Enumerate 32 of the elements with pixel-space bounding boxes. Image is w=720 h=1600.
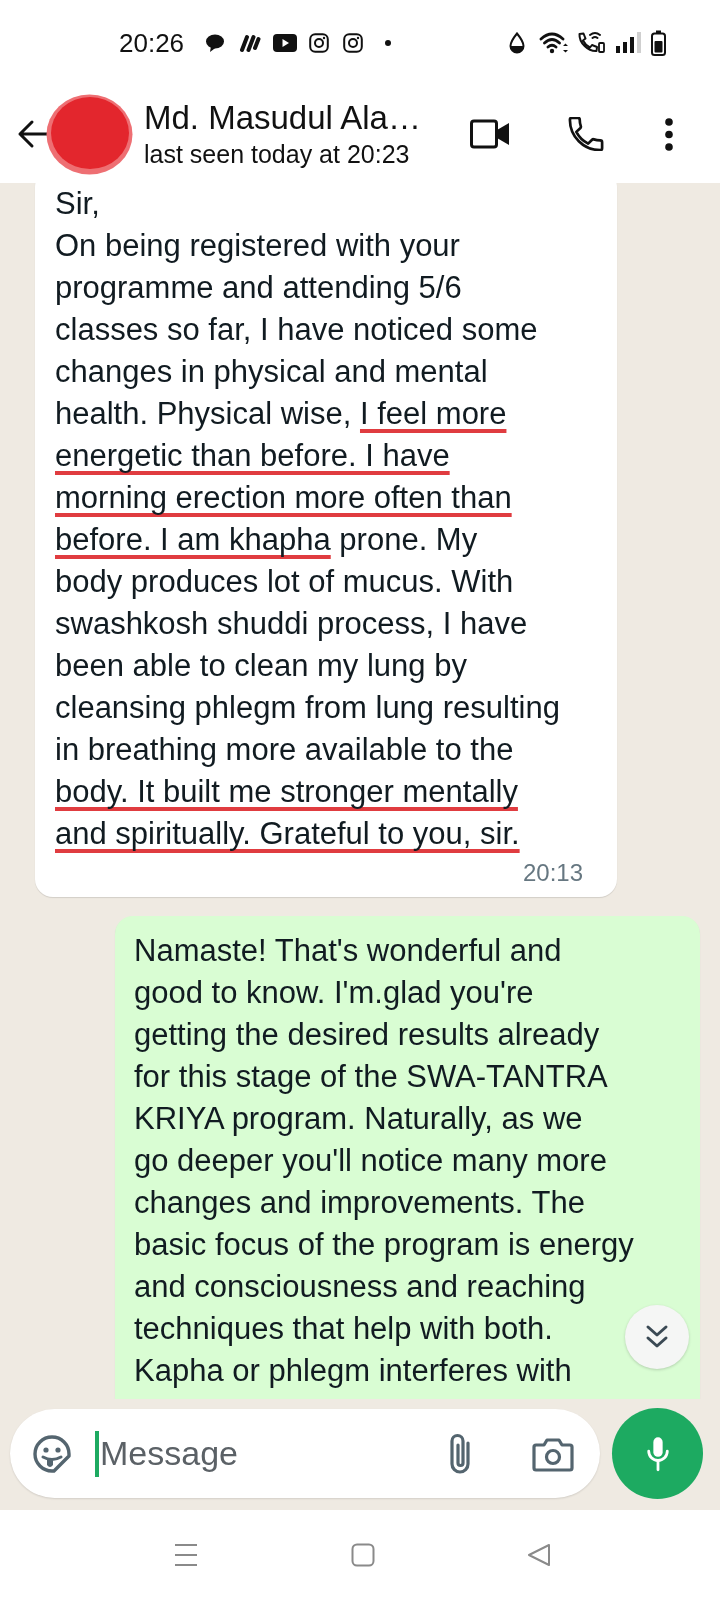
camera-outline-icon — [343, 32, 364, 53]
home-square-icon[interactable] — [351, 1543, 375, 1567]
back-triangle-icon[interactable] — [527, 1543, 551, 1567]
menu-icon[interactable] — [174, 1543, 198, 1567]
text-cursor — [95, 1430, 99, 1477]
camera-icon[interactable] — [532, 1435, 574, 1472]
message-input[interactable]: Message — [99, 1428, 446, 1479]
redacted-avatar[interactable] — [46, 93, 133, 175]
dot-icon — [385, 39, 392, 46]
message-text: Namaste! That's wonderful and good to know. I'm.glad you're getting the desired results already for this stage of the SWA-TANTRA KRIYA program. Naturally, as we go deeper you'll notice many more changes and improvements. The basic focus of the program is energy and consciousness and reaching techniques that help with both. Kapha or phlegm interferes with — [134, 932, 634, 1390]
play-button-icon — [273, 33, 298, 52]
double-chevron-icon — [645, 1324, 669, 1350]
camera-outline-icon — [309, 32, 330, 53]
phone-icon[interactable] — [568, 117, 604, 151]
message-time: 20:13 — [522, 858, 583, 888]
wifi-icon — [539, 30, 569, 55]
back-arrow-icon[interactable] — [17, 119, 49, 149]
speech-bubble-icon — [205, 32, 226, 53]
status-time: 20:26 — [119, 29, 185, 56]
message-text: Sir, On being registered with your programme and attending 5/6 classes so far, I have noticed some changes in physical and mental health. Physical wise, I feel more energetic than before. I have morning erection more often than before. I am khapha prone. My body produces lot of mucus. With swashkosh shuddi process, I have been able to clean my lung by cleansing phlegm from lung resulting in breathing more available to the body. It built me stronger mentally and spiritually. Grateful to you, sir. — [55, 185, 560, 853]
contact-name[interactable]: Md. Masudul Ala… — [144, 98, 470, 138]
message-input-field[interactable]: Message — [10, 1409, 600, 1498]
wifi-call-icon — [576, 29, 606, 56]
video-call-icon[interactable] — [470, 118, 510, 150]
slanted-bars-icon — [239, 32, 262, 53]
last-seen-status: last seen today at 20:23 — [144, 139, 411, 170]
droplet-icon — [509, 31, 525, 54]
sticker-icon[interactable] — [32, 1433, 72, 1474]
signal-icon — [616, 31, 643, 54]
microphone-icon — [644, 1434, 671, 1473]
more-options-icon[interactable] — [665, 117, 673, 151]
battery-icon — [651, 29, 666, 56]
